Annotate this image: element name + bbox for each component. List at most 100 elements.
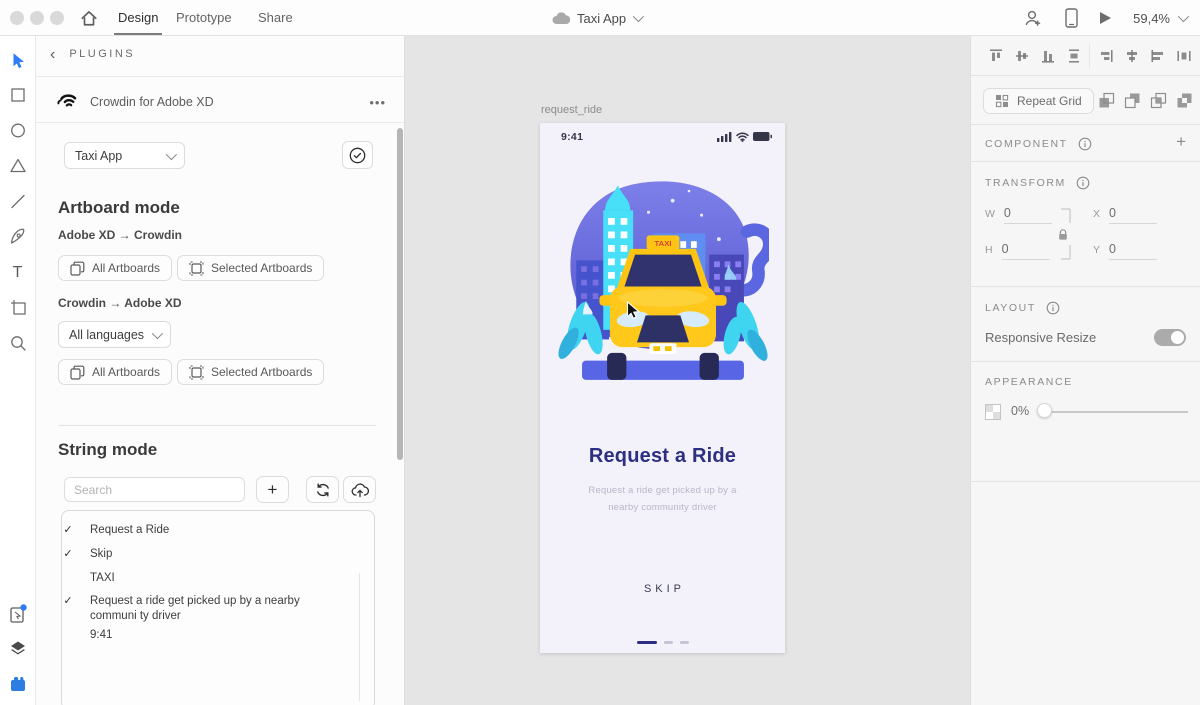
- string-list-item[interactable]: ✓ Request a ride get picked up by a near…: [62, 594, 374, 624]
- align-center-horizontal-icon[interactable]: [1124, 48, 1140, 64]
- ellipse-tool-icon[interactable]: [10, 123, 25, 138]
- chevron-down-icon: [1177, 10, 1190, 23]
- height-field[interactable]: 0: [1001, 242, 1050, 260]
- skip-button[interactable]: SKIP: [540, 583, 785, 595]
- string-text: Request a ride get picked up by a nearby…: [90, 595, 300, 622]
- add-string-button[interactable]: +: [256, 476, 289, 503]
- rectangle-tool-icon[interactable]: [10, 88, 25, 102]
- check-icon: ✓: [63, 548, 73, 560]
- opacity-slider-knob[interactable]: [1037, 403, 1052, 418]
- panel-scrollbar[interactable]: [397, 128, 403, 460]
- tab-prototype[interactable]: Prototype: [176, 0, 232, 35]
- align-top-icon[interactable]: [988, 48, 1004, 64]
- plugin-overflow-menu-icon[interactable]: •••: [369, 95, 386, 110]
- select-tool-icon[interactable]: [10, 52, 26, 70]
- pagination-dot: [663, 641, 673, 644]
- invite-user-icon[interactable]: [1023, 8, 1043, 28]
- design-canvas[interactable]: request_ride 9:41 TAXI Request a Ride Re…: [405, 36, 970, 705]
- lock-aspect-icon[interactable]: [1057, 228, 1069, 241]
- distribute-horizontal-icon[interactable]: [1176, 48, 1192, 64]
- align-right-icon[interactable]: [1150, 48, 1166, 64]
- phone-title: Request a Ride: [588, 445, 737, 467]
- zoom-tool-icon[interactable]: [10, 335, 26, 351]
- pen-tool-icon[interactable]: [9, 228, 26, 245]
- mouse-cursor-icon: [626, 301, 643, 321]
- crowdin-plugin-panel: ‹ PLUGINS Crowdin for Adobe XD ••• Taxi …: [36, 36, 405, 705]
- polygon-tool-icon[interactable]: [9, 158, 26, 173]
- responsive-resize-toggle[interactable]: [1154, 329, 1186, 346]
- align-left-icon[interactable]: [1098, 48, 1114, 64]
- project-select[interactable]: Taxi App: [64, 142, 185, 169]
- crowdin-to-xd-label: Crowdin → Adobe XD: [58, 296, 182, 310]
- width-label: W: [985, 208, 995, 220]
- opacity-value[interactable]: 0%: [1011, 404, 1029, 418]
- repeat-grid-button[interactable]: Repeat Grid: [983, 88, 1094, 114]
- artboard-tool-icon[interactable]: [10, 299, 26, 315]
- artboard-name-label[interactable]: request_ride: [541, 104, 602, 116]
- window-close-icon[interactable]: [10, 11, 24, 25]
- pull-all-artboards-button[interactable]: All Artboards: [58, 359, 173, 385]
- align-middle-vertical-icon[interactable]: [1014, 48, 1030, 64]
- alignment-toolbar: [971, 36, 1200, 76]
- play-preview-icon[interactable]: [1100, 12, 1112, 24]
- confirm-project-button[interactable]: [342, 141, 373, 169]
- opacity-checker-icon: [985, 404, 1001, 420]
- text-tool-icon[interactable]: T: [13, 264, 23, 282]
- phone-subtitle-line1: Request a ride get picked up by a: [588, 485, 737, 496]
- window-controls[interactable]: [10, 11, 64, 25]
- boolean-intersect-icon[interactable]: [1150, 92, 1167, 109]
- divider: [36, 76, 404, 77]
- info-icon[interactable]: [1046, 301, 1060, 315]
- info-icon[interactable]: [1076, 176, 1090, 190]
- string-list-item[interactable]: TAXI: [62, 571, 374, 586]
- line-tool-icon[interactable]: [10, 194, 25, 209]
- plugins-back-button[interactable]: ‹ PLUGINS: [50, 46, 136, 62]
- device-preview-icon[interactable]: [1065, 8, 1078, 28]
- upload-cloud-icon: [351, 482, 369, 497]
- y-field[interactable]: 0: [1109, 242, 1158, 260]
- plugins-panel-icon[interactable]: [9, 604, 27, 624]
- info-icon[interactable]: [1078, 137, 1092, 151]
- layout-section: LAYOUT Responsive Resize: [971, 287, 1200, 362]
- search-input[interactable]: [64, 477, 245, 502]
- distribute-vertical-icon[interactable]: [1066, 48, 1082, 64]
- crowdin-logo-icon: [56, 92, 78, 112]
- refresh-strings-button[interactable]: [306, 476, 339, 503]
- window-minimize-icon[interactable]: [30, 11, 44, 25]
- plugins-back-label: PLUGINS: [69, 48, 136, 60]
- languages-select-value: All languages: [69, 327, 145, 342]
- check-icon: [62, 628, 74, 643]
- list-scrollbar[interactable]: [359, 573, 360, 701]
- pagination-dot: [679, 641, 689, 644]
- taxi-sign-text: TAXI: [655, 239, 672, 248]
- push-selected-artboards-button[interactable]: Selected Artboards: [177, 255, 325, 281]
- width-field[interactable]: 0: [1003, 206, 1052, 224]
- opacity-slider-track[interactable]: [1043, 411, 1188, 413]
- zoom-level-menu[interactable]: 59,4%: [1133, 10, 1190, 26]
- chevron-down-icon: [151, 327, 164, 339]
- string-text: TAXI: [90, 572, 115, 584]
- upload-strings-button[interactable]: [343, 476, 376, 503]
- window-zoom-icon[interactable]: [50, 11, 64, 25]
- tab-share[interactable]: Share: [258, 0, 293, 35]
- document-title-menu[interactable]: Taxi App: [552, 0, 645, 36]
- pull-selected-artboards-button[interactable]: Selected Artboards: [177, 359, 325, 385]
- layers-panel-icon[interactable]: [9, 640, 26, 656]
- string-list-item[interactable]: ✓ Request a Ride: [62, 523, 374, 538]
- refresh-icon: [316, 483, 329, 496]
- artboard-request-ride[interactable]: 9:41 TAXI Request a Ride Request a ride …: [540, 123, 785, 653]
- boolean-subtract-icon[interactable]: [1124, 92, 1141, 109]
- tab-design[interactable]: Design: [113, 0, 163, 35]
- string-list-item[interactable]: ✓ Skip: [62, 547, 374, 562]
- x-field[interactable]: 0: [1109, 206, 1158, 224]
- string-list-item[interactable]: 9:41: [62, 628, 374, 643]
- home-icon[interactable]: [80, 9, 98, 27]
- languages-select[interactable]: All languages: [58, 321, 171, 348]
- boolean-add-icon[interactable]: [1098, 92, 1115, 109]
- plugins-manager-icon[interactable]: [9, 676, 27, 692]
- align-bottom-icon[interactable]: [1040, 48, 1056, 64]
- boolean-exclude-icon[interactable]: [1176, 92, 1193, 109]
- push-all-artboards-button[interactable]: All Artboards: [58, 255, 173, 281]
- repeat-grid-icon: [995, 94, 1009, 108]
- add-component-button[interactable]: +: [1176, 132, 1186, 152]
